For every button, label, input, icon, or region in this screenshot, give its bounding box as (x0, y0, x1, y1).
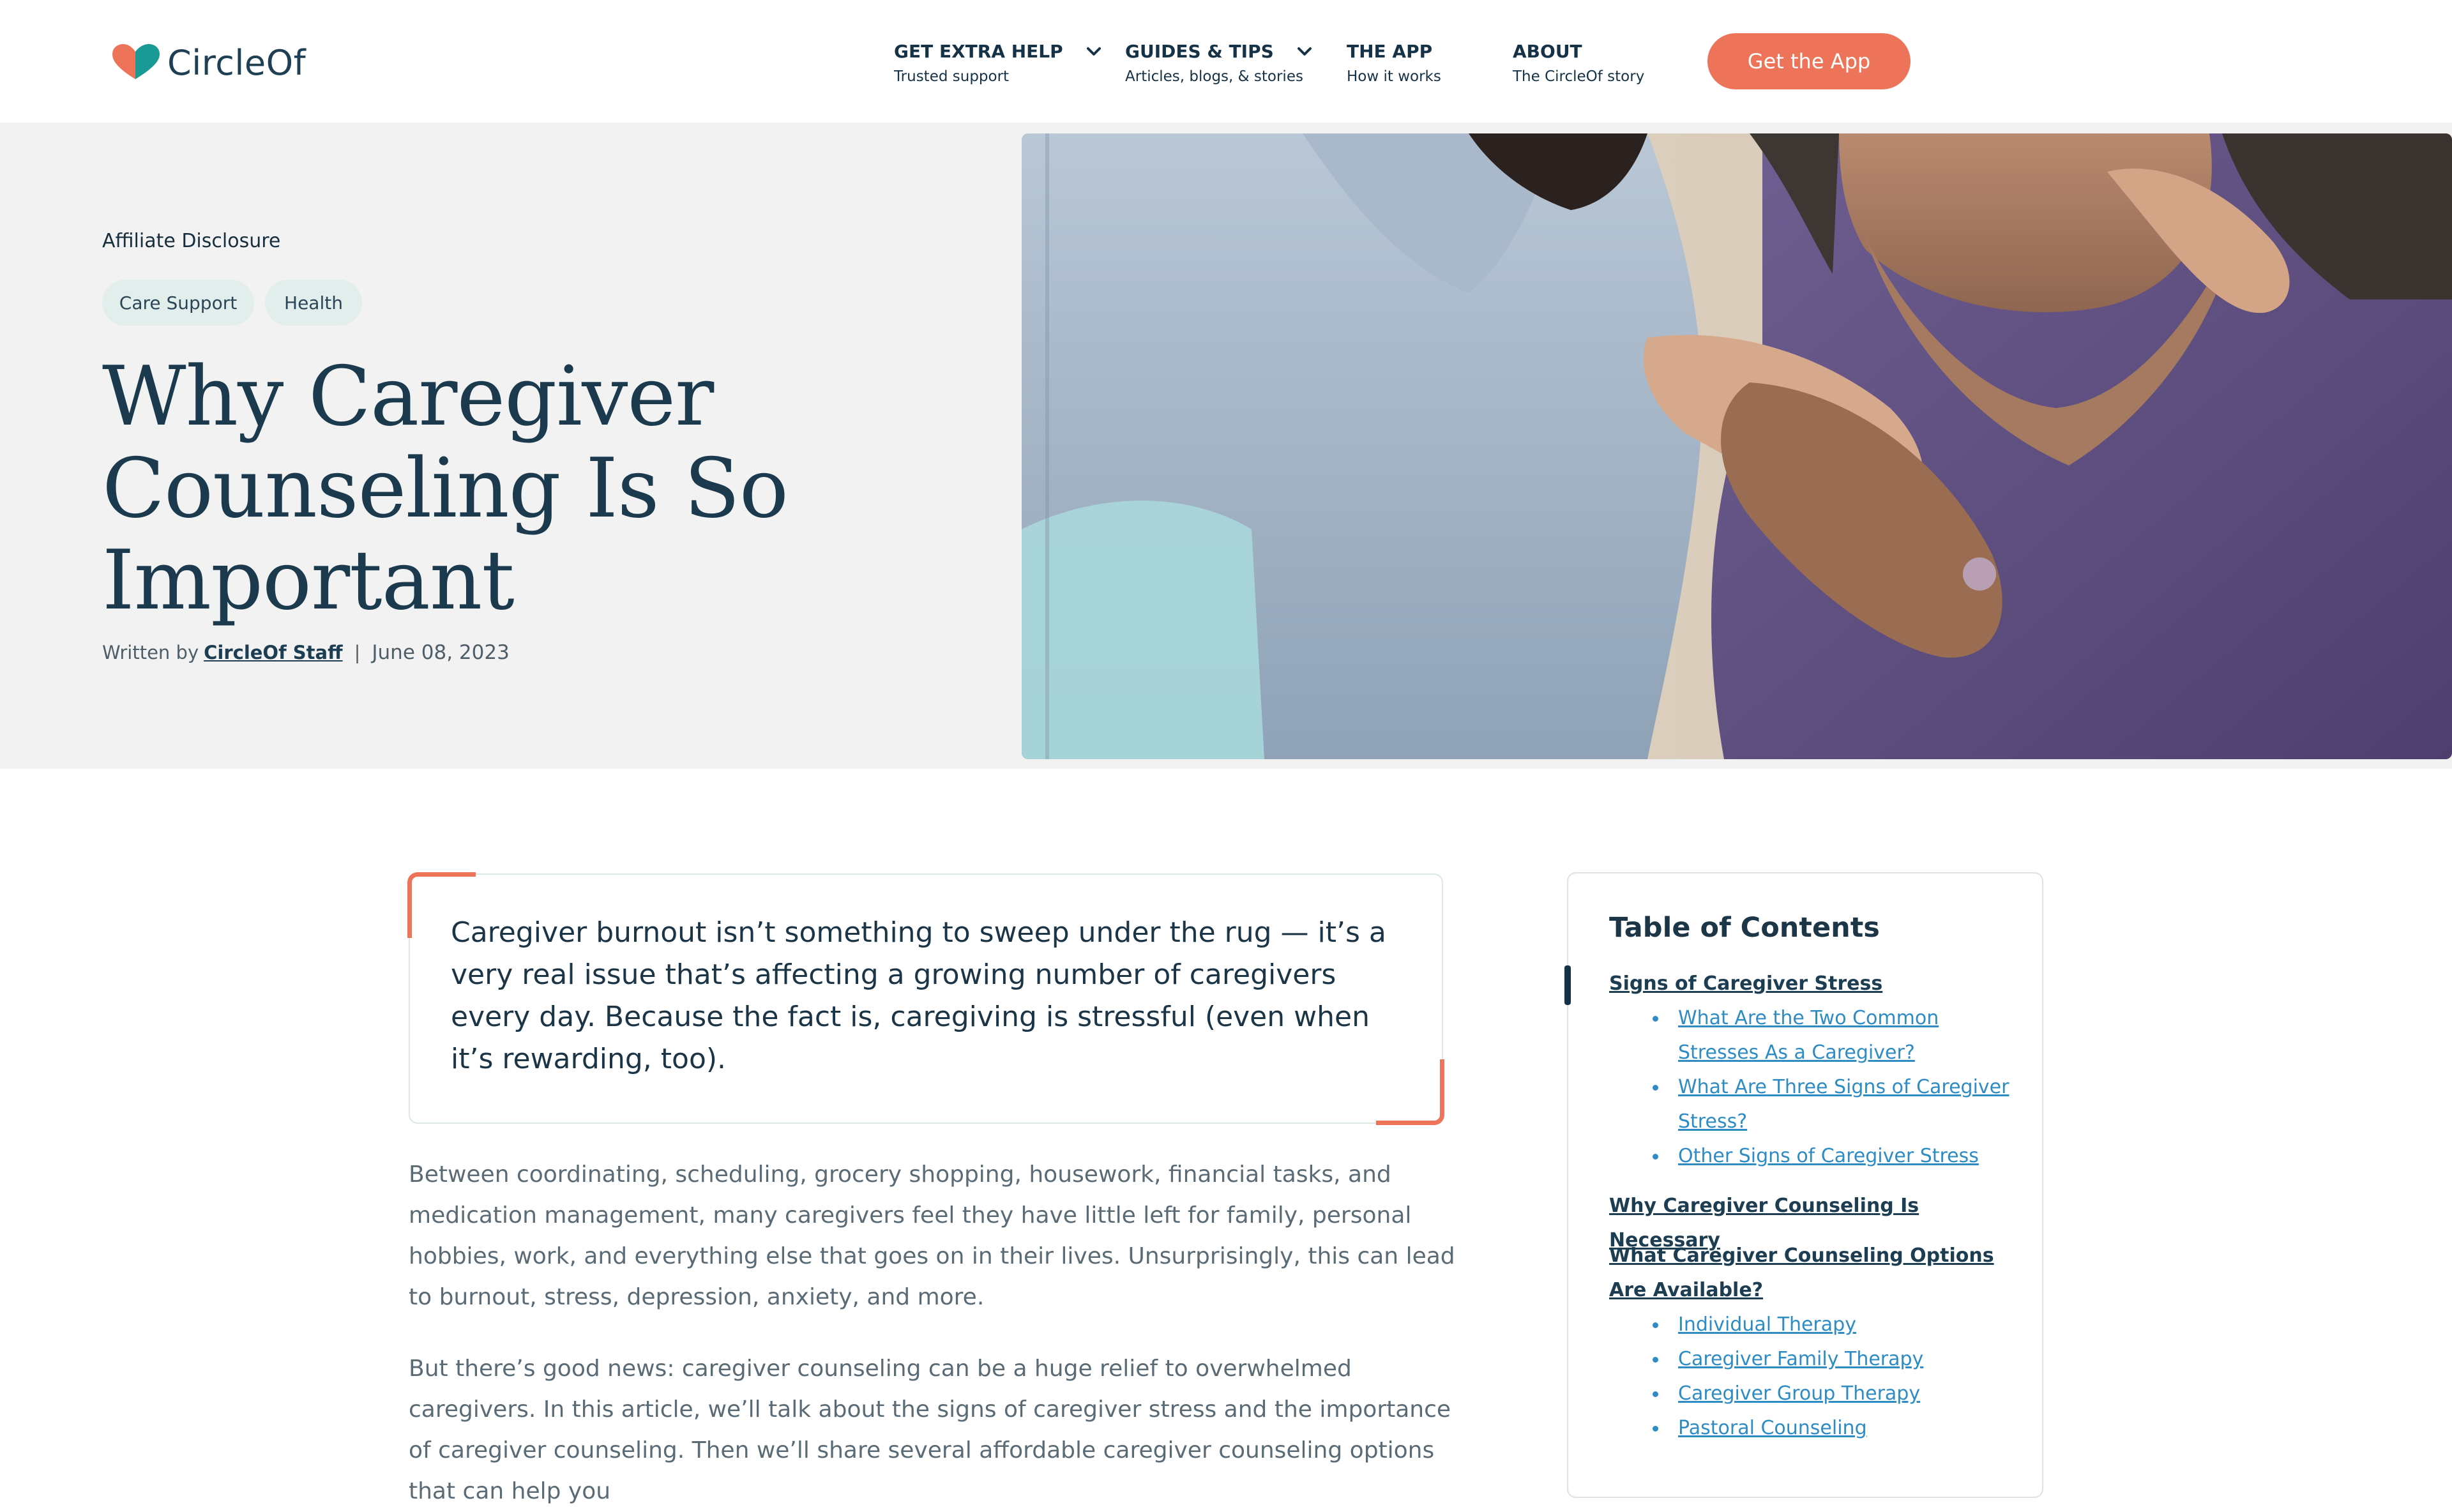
toc-link-pastoral-counseling[interactable]: Pastoral Counseling (1653, 1411, 2010, 1446)
nav-sub-the-app: How it works (1347, 68, 1441, 85)
nav-sub-about: The CircleOf story (1513, 68, 1645, 85)
nav-about[interactable]: ABOUT The CircleOf story (1513, 41, 1644, 85)
byline-prefix: Written by (102, 642, 199, 663)
author-link[interactable]: CircleOf Staff (204, 642, 343, 663)
page-title: Why Caregiver Counseling Is So Important (102, 349, 789, 628)
hero-image (1022, 133, 2452, 759)
hero-section: Affiliate Disclosure Care Support Health… (0, 123, 2452, 769)
nav-get-extra-help[interactable]: GET EXTRA HELP Trusted support (894, 41, 1101, 85)
nav-the-app[interactable]: THE APP How it works (1347, 41, 1441, 85)
toc-link-other-signs[interactable]: Other Signs of Caregiver Stress (1653, 1139, 2010, 1174)
intro-text: Caregiver burnout isn’t something to swe… (451, 916, 1386, 1075)
tag-care-support[interactable]: Care Support (102, 280, 254, 326)
toc-link-family-therapy[interactable]: Caregiver Family Therapy (1653, 1342, 2010, 1377)
table-of-contents: Table of Contents Signs of Caregiver Str… (1564, 872, 2043, 1498)
nav-sub-guides-tips: Articles, blogs, & stories (1125, 68, 1303, 85)
article-paragraph-1: Between coordinating, scheduling, grocer… (409, 1161, 1455, 1310)
toc-active-indicator (1564, 965, 1571, 1005)
toc-title: Table of Contents (1609, 912, 1880, 944)
heart-logo-icon (112, 44, 160, 79)
nav-title-get-extra-help: GET EXTRA HELP (894, 41, 1063, 62)
byline: Written by CircleOf Staff | June 08, 202… (102, 641, 510, 664)
nav-title-about: ABOUT (1513, 41, 1582, 62)
toc-link-individual-therapy[interactable]: Individual Therapy (1653, 1308, 2010, 1342)
toc-link-two-common-stresses[interactable]: What Are the Two Common Stresses As a Ca… (1653, 1001, 2010, 1070)
logo-text: CircleOf (167, 42, 306, 83)
byline-separator: | (354, 642, 361, 663)
nav-guides-tips[interactable]: GUIDES & TIPS Articles, blogs, & stories (1125, 41, 1312, 85)
nav-title-guides-tips: GUIDES & TIPS (1125, 41, 1274, 62)
intro-callout: Caregiver burnout isn’t something to swe… (407, 872, 1444, 1125)
get-the-app-button[interactable]: Get the App (1707, 33, 1911, 89)
toc-link-counseling-options[interactable]: What Caregiver Counseling Options Are Av… (1609, 1239, 2018, 1308)
chevron-down-icon (1086, 47, 1101, 56)
toc-link-group-therapy[interactable]: Caregiver Group Therapy (1653, 1377, 2010, 1411)
toc-link-three-signs[interactable]: What Are Three Signs of Caregiver Stress… (1653, 1070, 2010, 1139)
nav-sub-get-extra-help: Trusted support (894, 68, 1010, 85)
affiliate-disclosure-link[interactable]: Affiliate Disclosure (102, 230, 280, 252)
hero-photo-illustration (1022, 133, 2452, 759)
circleof-logo[interactable]: CircleOf (110, 42, 306, 83)
tag-health[interactable]: Health (265, 280, 362, 326)
publish-date: June 08, 2023 (372, 641, 510, 664)
toc-link-signs-of-caregiver-stress[interactable]: Signs of Caregiver Stress (1609, 967, 2018, 1001)
chevron-down-icon (1297, 47, 1312, 56)
article-paragraph-2: But there’s good news: caregiver counsel… (409, 1356, 1451, 1504)
site-header: CircleOf GET EXTRA HELP Trusted support … (0, 0, 2452, 123)
nav-title-the-app: THE APP (1347, 41, 1433, 62)
